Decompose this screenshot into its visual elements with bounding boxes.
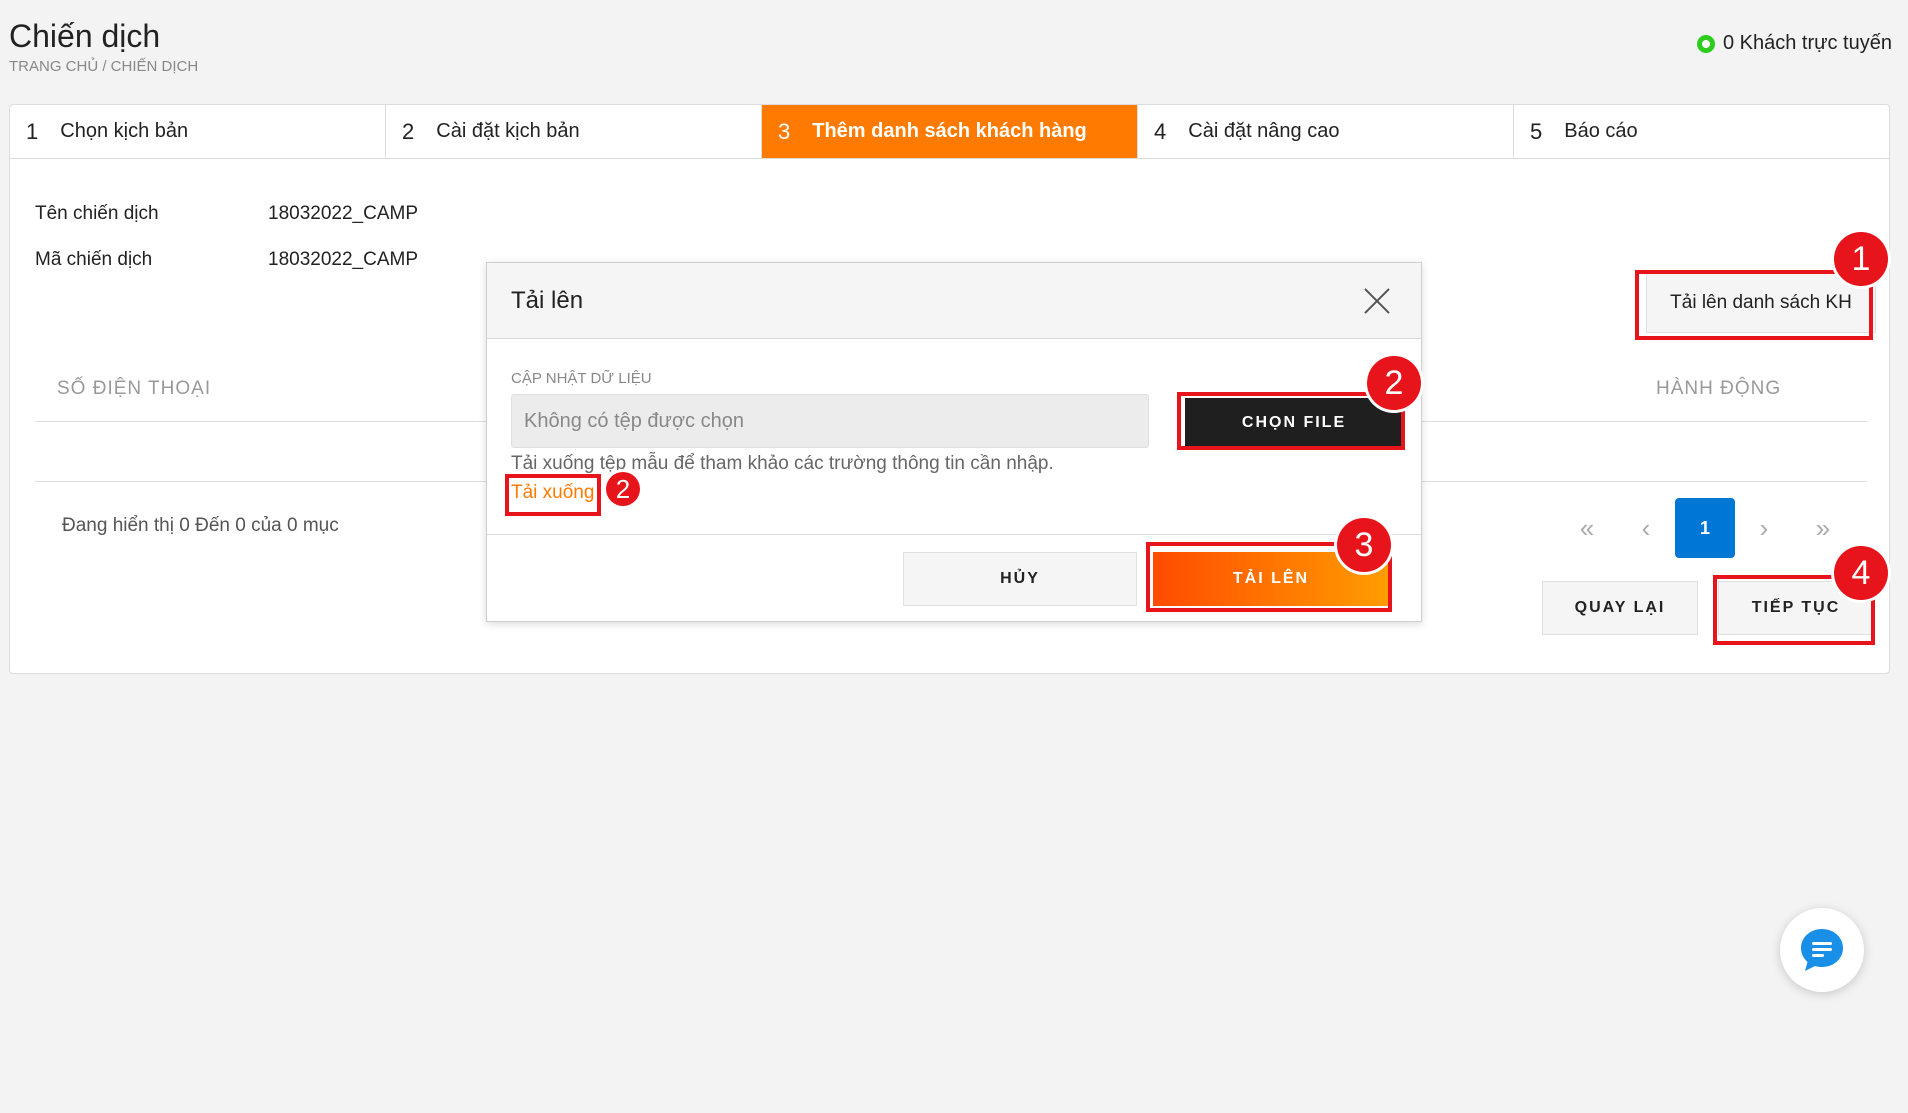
back-button[interactable]: QUAY LẠI [1542, 581, 1698, 635]
campaign-code-label: Mã chiến dịch [35, 249, 153, 270]
campaign-name-value: 18032022_CAMP [268, 203, 418, 224]
modal-title: Tải lên [511, 287, 584, 314]
step-tab-4[interactable]: 4 Cài đặt nâng cao [1138, 105, 1514, 158]
annotation-badge-3: 3 [1337, 518, 1391, 572]
step-number: 5 [1530, 118, 1543, 144]
step-label: Cài đặt kịch bản [436, 120, 580, 142]
step-number: 4 [1154, 118, 1167, 144]
annotation-badge-2-small: 2 [606, 472, 640, 506]
online-status-text: 0 Khách trực tuyến [1722, 32, 1892, 54]
step-number: 2 [402, 118, 415, 144]
step-number: 1 [26, 118, 39, 144]
pagination-last-button[interactable]: » [1793, 498, 1853, 558]
page-title: Chiến dịch [9, 18, 161, 54]
step-tab-5[interactable]: 5 Báo cáo [1514, 105, 1889, 158]
annotation-box-2-download [505, 474, 601, 516]
step-tab-1[interactable]: 1 Chọn kịch bản [10, 105, 386, 158]
file-name-field[interactable]: Không có tệp được chọn [511, 394, 1149, 448]
pagination-first-button[interactable]: « [1557, 498, 1617, 558]
update-data-label: CẬP NHẬT DỮ LIỆU [511, 370, 652, 387]
modal-footer-divider [487, 534, 1421, 535]
annotation-badge-4: 4 [1834, 546, 1888, 600]
annotation-box-2-choose-file [1177, 392, 1405, 450]
step-tabs: 1 Chọn kịch bản 2 Cài đặt kịch bản 3 Thê… [10, 105, 1889, 159]
breadcrumb[interactable]: TRANG CHỦ / CHIẾN DỊCH [9, 58, 198, 75]
annotation-box-1 [1635, 270, 1873, 340]
column-header-phone: SỐ ĐIỆN THOẠI [57, 378, 212, 399]
pagination-summary: Đang hiển thị 0 Đến 0 của 0 mục [62, 515, 339, 536]
online-dot-icon [1696, 34, 1715, 53]
pagination-page-1[interactable]: 1 [1675, 498, 1735, 558]
chat-bubble-icon [1801, 929, 1843, 971]
cancel-button[interactable]: HỦY [903, 552, 1137, 606]
step-tab-2[interactable]: 2 Cài đặt kịch bản [386, 105, 762, 158]
template-hint: Tải xuống tệp mẫu để tham khảo các trườn… [511, 453, 1054, 474]
pagination-next-button[interactable]: › [1734, 498, 1794, 558]
close-icon[interactable] [1363, 287, 1391, 315]
chat-launcher-button[interactable] [1780, 908, 1864, 992]
campaign-code-value: 18032022_CAMP [268, 249, 418, 270]
step-tab-3[interactable]: 3 Thêm danh sách khách hàng [762, 105, 1138, 158]
online-status: 0 Khách trực tuyến [1696, 32, 1892, 55]
annotation-badge-1: 1 [1834, 232, 1888, 286]
step-label: Thêm danh sách khách hàng [812, 120, 1087, 142]
step-label: Chọn kịch bản [60, 120, 189, 142]
pagination-prev-button[interactable]: ‹ [1616, 498, 1676, 558]
modal-header: Tải lên [487, 263, 1421, 339]
step-number: 3 [778, 118, 791, 144]
campaign-name-label: Tên chiến dịch [35, 203, 159, 224]
step-label: Báo cáo [1564, 120, 1638, 142]
column-header-action: HÀNH ĐỘNG [1656, 378, 1782, 399]
annotation-badge-2: 2 [1367, 356, 1421, 410]
step-label: Cài đặt nâng cao [1188, 120, 1340, 142]
